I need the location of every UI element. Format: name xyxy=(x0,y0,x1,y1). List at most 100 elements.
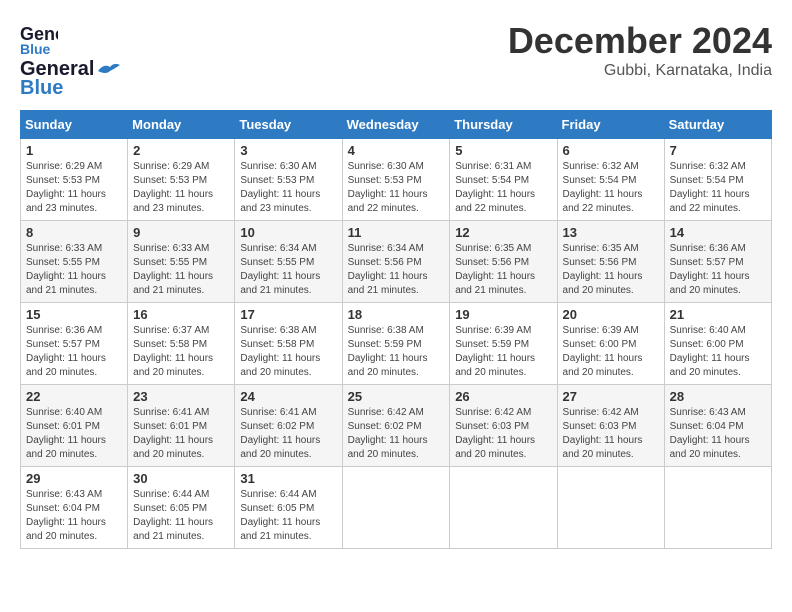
day-detail: Sunrise: 6:36 AM Sunset: 5:57 PM Dayligh… xyxy=(26,324,122,380)
day-detail: Sunrise: 6:42 AM Sunset: 6:03 PM Dayligh… xyxy=(563,406,659,462)
day-number: 3 xyxy=(240,143,336,158)
weekday-header: Saturday xyxy=(664,111,771,139)
day-number: 8 xyxy=(26,225,122,240)
day-number: 1 xyxy=(26,143,122,158)
day-number: 18 xyxy=(348,307,445,322)
calendar-cell xyxy=(342,467,450,549)
day-number: 27 xyxy=(563,389,659,404)
day-number: 25 xyxy=(348,389,445,404)
calendar-week-row: 29 Sunrise: 6:43 AM Sunset: 6:04 PM Dayl… xyxy=(21,467,772,549)
day-number: 16 xyxy=(133,307,229,322)
logo-bird-icon xyxy=(96,61,120,79)
day-detail: Sunrise: 6:34 AM Sunset: 5:56 PM Dayligh… xyxy=(348,242,445,298)
day-number: 10 xyxy=(240,225,336,240)
day-number: 31 xyxy=(240,471,336,486)
day-detail: Sunrise: 6:39 AM Sunset: 6:00 PM Dayligh… xyxy=(563,324,659,380)
day-number: 15 xyxy=(26,307,122,322)
day-number: 29 xyxy=(26,471,122,486)
calendar-cell xyxy=(557,467,664,549)
calendar-cell: 23 Sunrise: 6:41 AM Sunset: 6:01 PM Dayl… xyxy=(128,385,235,467)
header: General Blue General Blue December 2024 … xyxy=(20,20,772,100)
weekday-header: Wednesday xyxy=(342,111,450,139)
calendar-cell: 29 Sunrise: 6:43 AM Sunset: 6:04 PM Dayl… xyxy=(21,467,128,549)
calendar-cell: 30 Sunrise: 6:44 AM Sunset: 6:05 PM Dayl… xyxy=(128,467,235,549)
calendar-header-row: SundayMondayTuesdayWednesdayThursdayFrid… xyxy=(21,111,772,139)
day-detail: Sunrise: 6:38 AM Sunset: 5:58 PM Dayligh… xyxy=(240,324,336,380)
calendar-cell: 10 Sunrise: 6:34 AM Sunset: 5:55 PM Dayl… xyxy=(235,221,342,303)
calendar-cell: 21 Sunrise: 6:40 AM Sunset: 6:00 PM Dayl… xyxy=(664,303,771,385)
day-number: 5 xyxy=(455,143,551,158)
day-detail: Sunrise: 6:38 AM Sunset: 5:59 PM Dayligh… xyxy=(348,324,445,380)
calendar-cell xyxy=(450,467,557,549)
day-detail: Sunrise: 6:43 AM Sunset: 6:04 PM Dayligh… xyxy=(670,406,766,462)
logo-blue: Blue xyxy=(20,77,63,100)
svg-text:Blue: Blue xyxy=(20,41,51,57)
day-detail: Sunrise: 6:42 AM Sunset: 6:03 PM Dayligh… xyxy=(455,406,551,462)
day-number: 6 xyxy=(563,143,659,158)
day-number: 22 xyxy=(26,389,122,404)
day-number: 12 xyxy=(455,225,551,240)
day-detail: Sunrise: 6:33 AM Sunset: 5:55 PM Dayligh… xyxy=(26,242,122,298)
calendar-week-row: 22 Sunrise: 6:40 AM Sunset: 6:01 PM Dayl… xyxy=(21,385,772,467)
day-detail: Sunrise: 6:40 AM Sunset: 6:00 PM Dayligh… xyxy=(670,324,766,380)
calendar-cell: 14 Sunrise: 6:36 AM Sunset: 5:57 PM Dayl… xyxy=(664,221,771,303)
day-detail: Sunrise: 6:37 AM Sunset: 5:58 PM Dayligh… xyxy=(133,324,229,380)
day-number: 13 xyxy=(563,225,659,240)
day-detail: Sunrise: 6:32 AM Sunset: 5:54 PM Dayligh… xyxy=(670,160,766,216)
weekday-header: Friday xyxy=(557,111,664,139)
calendar-cell: 27 Sunrise: 6:42 AM Sunset: 6:03 PM Dayl… xyxy=(557,385,664,467)
day-detail: Sunrise: 6:44 AM Sunset: 6:05 PM Dayligh… xyxy=(133,488,229,544)
location: Gubbi, Karnataka, India xyxy=(508,62,772,80)
day-number: 21 xyxy=(670,307,766,322)
day-number: 9 xyxy=(133,225,229,240)
calendar-week-row: 15 Sunrise: 6:36 AM Sunset: 5:57 PM Dayl… xyxy=(21,303,772,385)
calendar: SundayMondayTuesdayWednesdayThursdayFrid… xyxy=(20,110,772,549)
calendar-cell: 1 Sunrise: 6:29 AM Sunset: 5:53 PM Dayli… xyxy=(21,139,128,221)
calendar-cell: 5 Sunrise: 6:31 AM Sunset: 5:54 PM Dayli… xyxy=(450,139,557,221)
day-number: 17 xyxy=(240,307,336,322)
calendar-cell: 6 Sunrise: 6:32 AM Sunset: 5:54 PM Dayli… xyxy=(557,139,664,221)
weekday-header: Thursday xyxy=(450,111,557,139)
day-number: 28 xyxy=(670,389,766,404)
day-number: 14 xyxy=(670,225,766,240)
day-detail: Sunrise: 6:40 AM Sunset: 6:01 PM Dayligh… xyxy=(26,406,122,462)
title-block: December 2024 Gubbi, Karnataka, India xyxy=(508,20,772,80)
day-number: 7 xyxy=(670,143,766,158)
calendar-cell: 12 Sunrise: 6:35 AM Sunset: 5:56 PM Dayl… xyxy=(450,221,557,303)
calendar-cell: 16 Sunrise: 6:37 AM Sunset: 5:58 PM Dayl… xyxy=(128,303,235,385)
day-detail: Sunrise: 6:35 AM Sunset: 5:56 PM Dayligh… xyxy=(455,242,551,298)
day-detail: Sunrise: 6:30 AM Sunset: 5:53 PM Dayligh… xyxy=(240,160,336,216)
day-detail: Sunrise: 6:30 AM Sunset: 5:53 PM Dayligh… xyxy=(348,160,445,216)
day-detail: Sunrise: 6:44 AM Sunset: 6:05 PM Dayligh… xyxy=(240,488,336,544)
day-detail: Sunrise: 6:42 AM Sunset: 6:02 PM Dayligh… xyxy=(348,406,445,462)
day-number: 11 xyxy=(348,225,445,240)
month-title: December 2024 xyxy=(508,20,772,62)
day-number: 23 xyxy=(133,389,229,404)
day-detail: Sunrise: 6:43 AM Sunset: 6:04 PM Dayligh… xyxy=(26,488,122,544)
calendar-cell: 9 Sunrise: 6:33 AM Sunset: 5:55 PM Dayli… xyxy=(128,221,235,303)
calendar-cell: 3 Sunrise: 6:30 AM Sunset: 5:53 PM Dayli… xyxy=(235,139,342,221)
calendar-week-row: 8 Sunrise: 6:33 AM Sunset: 5:55 PM Dayli… xyxy=(21,221,772,303)
day-detail: Sunrise: 6:29 AM Sunset: 5:53 PM Dayligh… xyxy=(26,160,122,216)
calendar-body: 1 Sunrise: 6:29 AM Sunset: 5:53 PM Dayli… xyxy=(21,139,772,549)
calendar-cell: 4 Sunrise: 6:30 AM Sunset: 5:53 PM Dayli… xyxy=(342,139,450,221)
calendar-cell: 11 Sunrise: 6:34 AM Sunset: 5:56 PM Dayl… xyxy=(342,221,450,303)
calendar-cell: 24 Sunrise: 6:41 AM Sunset: 6:02 PM Dayl… xyxy=(235,385,342,467)
day-number: 19 xyxy=(455,307,551,322)
weekday-header: Tuesday xyxy=(235,111,342,139)
day-detail: Sunrise: 6:41 AM Sunset: 6:02 PM Dayligh… xyxy=(240,406,336,462)
calendar-cell: 25 Sunrise: 6:42 AM Sunset: 6:02 PM Dayl… xyxy=(342,385,450,467)
day-number: 24 xyxy=(240,389,336,404)
logo: General Blue General Blue xyxy=(20,20,120,100)
calendar-cell: 26 Sunrise: 6:42 AM Sunset: 6:03 PM Dayl… xyxy=(450,385,557,467)
day-detail: Sunrise: 6:33 AM Sunset: 5:55 PM Dayligh… xyxy=(133,242,229,298)
calendar-cell: 8 Sunrise: 6:33 AM Sunset: 5:55 PM Dayli… xyxy=(21,221,128,303)
calendar-cell: 7 Sunrise: 6:32 AM Sunset: 5:54 PM Dayli… xyxy=(664,139,771,221)
weekday-header: Sunday xyxy=(21,111,128,139)
day-detail: Sunrise: 6:34 AM Sunset: 5:55 PM Dayligh… xyxy=(240,242,336,298)
day-detail: Sunrise: 6:36 AM Sunset: 5:57 PM Dayligh… xyxy=(670,242,766,298)
day-number: 20 xyxy=(563,307,659,322)
day-detail: Sunrise: 6:29 AM Sunset: 5:53 PM Dayligh… xyxy=(133,160,229,216)
calendar-cell: 28 Sunrise: 6:43 AM Sunset: 6:04 PM Dayl… xyxy=(664,385,771,467)
logo-icon: General Blue xyxy=(20,20,58,58)
